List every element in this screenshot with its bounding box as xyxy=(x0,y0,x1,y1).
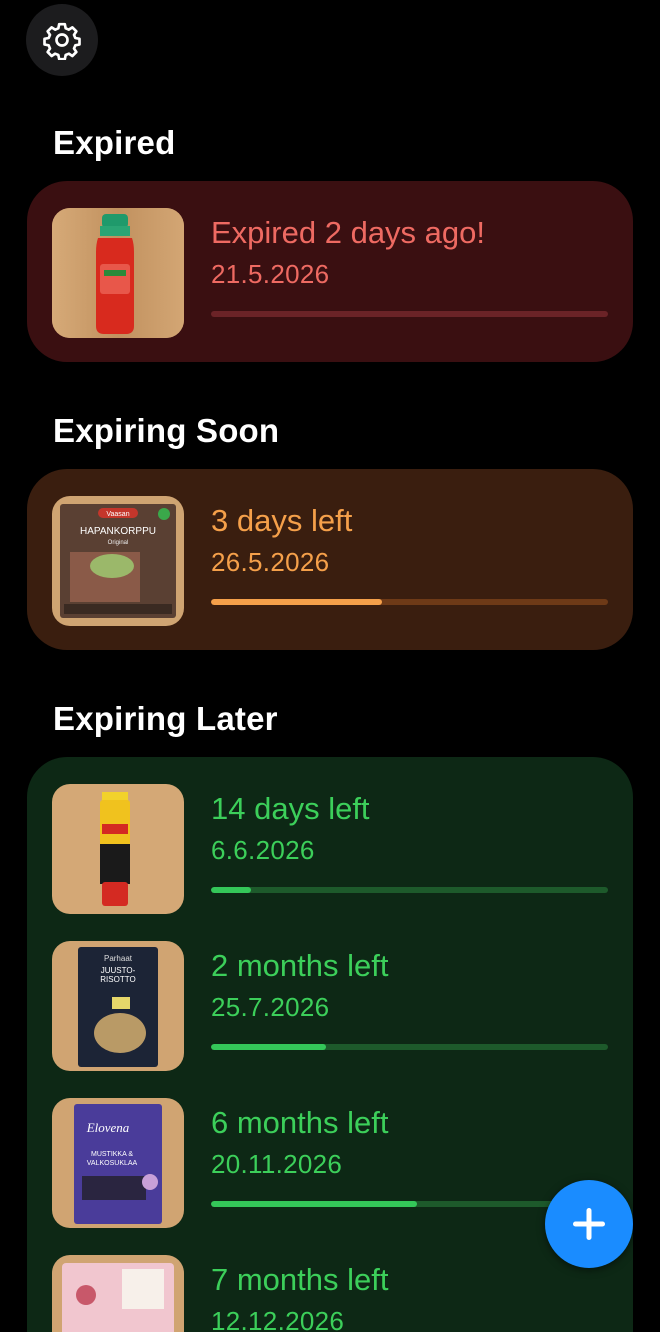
package-brand-text: Elovena xyxy=(86,1120,130,1135)
item-thumbnail: Elovena MUSTIKKA & VALKOSUKLAA xyxy=(52,1098,184,1228)
food-item[interactable]: Expired 2 days ago! 21.5.2026 xyxy=(27,203,633,343)
item-status: Expired 2 days ago! xyxy=(211,215,486,250)
progress-bar xyxy=(211,311,608,317)
package-brand-text: Parhaat xyxy=(104,954,133,963)
item-date: 20.11.2026 xyxy=(211,1149,343,1179)
progress-bar-fill xyxy=(211,1044,327,1050)
package-product-line-2: VALKOSUKLAA xyxy=(87,1160,138,1167)
ketchup-bottle-image xyxy=(52,208,184,338)
item-thumbnail: Vaasan HAPANKORPPU Original xyxy=(52,496,184,626)
item-status: 3 days left xyxy=(211,503,353,538)
gear-icon xyxy=(43,22,81,60)
snack-package-image xyxy=(52,1255,184,1332)
package-product-line-1: MUSTIKKA & xyxy=(91,1151,133,1158)
item-date: 26.5.2026 xyxy=(211,547,330,577)
item-thumbnail xyxy=(52,1255,184,1332)
mustard-tube-image xyxy=(52,784,184,914)
food-item[interactable]: Elovena MUSTIKKA & VALKOSUKLAA 6 months … xyxy=(27,1093,633,1233)
package-brand-text: Vaasan xyxy=(106,511,129,518)
progress-bar xyxy=(211,1044,608,1050)
item-date: 12.12.2026 xyxy=(211,1306,345,1332)
food-item[interactable]: 14 days left 6.6.2026 xyxy=(27,779,633,919)
crispbread-package-image: Vaasan HAPANKORPPU Original xyxy=(52,496,184,626)
item-date: 21.5.2026 xyxy=(211,259,330,289)
progress-bar-fill xyxy=(211,1201,418,1207)
item-date: 6.6.2026 xyxy=(211,835,315,865)
settings-button[interactable] xyxy=(26,4,98,76)
expiring-later-card: 14 days left 6.6.2026 Parhaat JUUSTO- RI… xyxy=(27,757,633,1332)
progress-bar xyxy=(211,887,608,893)
package-variant-text: Original xyxy=(108,540,129,546)
item-status: 7 months left xyxy=(211,1262,389,1297)
section-title-expiring-soon: Expiring Soon xyxy=(53,412,280,449)
food-item[interactable]: Vaasan HAPANKORPPU Original 3 days left … xyxy=(27,491,633,631)
item-status: 2 months left xyxy=(211,948,389,983)
item-thumbnail xyxy=(52,208,184,338)
package-product-line-1: JUUSTO- xyxy=(101,966,136,975)
section-title-expired: Expired xyxy=(53,124,176,161)
item-date: 25.7.2026 xyxy=(211,992,330,1022)
progress-bar xyxy=(211,599,608,605)
section-title-expiring-later: Expiring Later xyxy=(53,700,278,737)
item-status: 6 months left xyxy=(211,1105,389,1140)
expiring-soon-card: Vaasan HAPANKORPPU Original 3 days left … xyxy=(27,469,633,650)
plus-icon xyxy=(573,1208,605,1240)
item-status: 14 days left xyxy=(211,791,370,826)
progress-bar-fill xyxy=(211,599,382,605)
food-item[interactable]: Parhaat JUUSTO- RISOTTO 2 months left 25… xyxy=(27,936,633,1076)
item-thumbnail xyxy=(52,784,184,914)
risotto-package-image: Parhaat JUUSTO- RISOTTO xyxy=(52,941,184,1071)
progress-bar-fill xyxy=(211,887,251,893)
item-thumbnail: Parhaat JUUSTO- RISOTTO xyxy=(52,941,184,1071)
package-product-line-2: RISOTTO xyxy=(100,975,135,984)
package-product-text: HAPANKORPPU xyxy=(80,526,156,537)
add-item-button[interactable] xyxy=(545,1180,633,1268)
oatmeal-package-image: Elovena MUSTIKKA & VALKOSUKLAA xyxy=(52,1098,184,1228)
expired-card: Expired 2 days ago! 21.5.2026 xyxy=(27,181,633,362)
food-item[interactable]: 7 months left 12.12.2026 xyxy=(27,1250,633,1332)
